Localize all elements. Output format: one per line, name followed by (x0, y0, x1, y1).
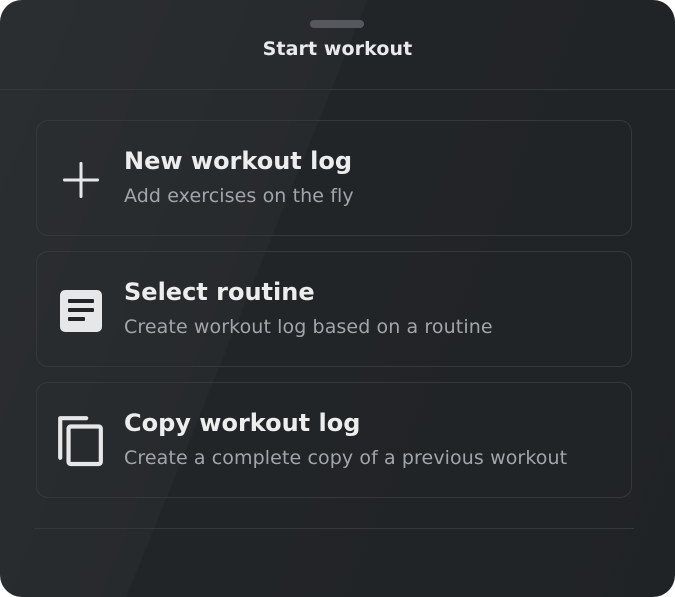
sheet-title: Start workout (262, 38, 413, 60)
copy-icon (58, 416, 103, 467)
option-subtitle: Create workout log based on a routine (124, 316, 493, 338)
option-subtitle: Add exercises on the fly (124, 185, 354, 207)
option-title: Select routine (124, 278, 315, 306)
option-title: Copy workout log (124, 409, 361, 437)
header-divider (0, 89, 675, 90)
copy-workout-log-option[interactable]: Copy workout log Create a complete copy … (36, 382, 632, 498)
option-subtitle: Create a complete copy of a previous wor… (124, 447, 568, 469)
document-icon (60, 290, 102, 332)
select-routine-option[interactable]: Select routine Create workout log based … (36, 251, 632, 367)
footer-divider (34, 528, 634, 529)
drag-handle[interactable] (310, 20, 364, 28)
new-workout-log-option[interactable]: New workout log Add exercises on the fly (36, 120, 632, 236)
start-workout-sheet: Start workout New workout log Add exerci… (0, 0, 675, 597)
option-title: New workout log (124, 147, 352, 175)
plus-icon (63, 162, 99, 198)
